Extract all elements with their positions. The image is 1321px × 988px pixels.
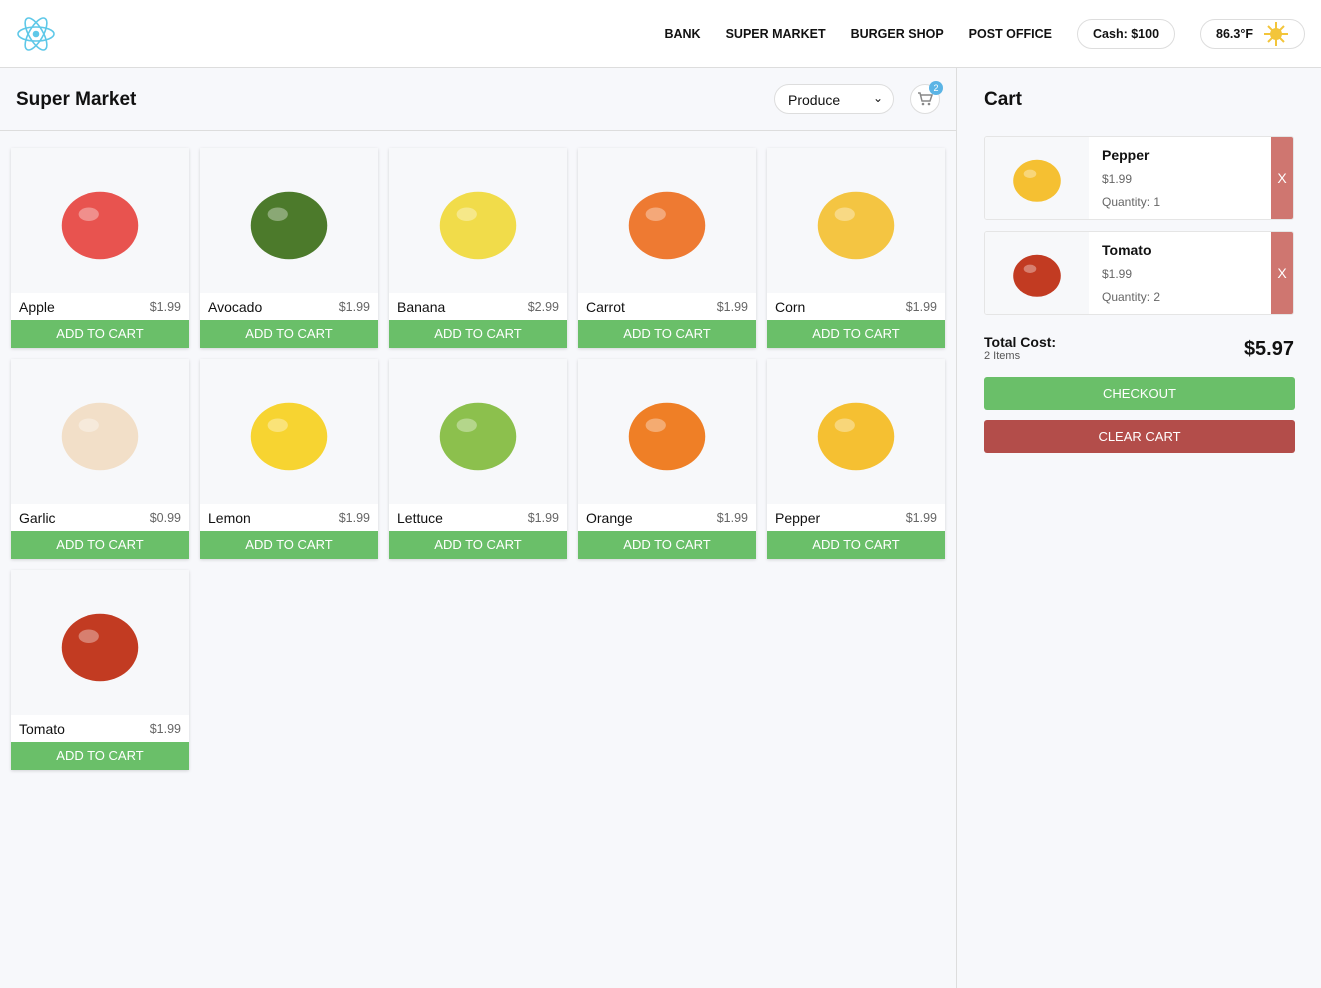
weather-badge: 86.3°F bbox=[1200, 19, 1305, 49]
cart-item: Tomato $1.99 Quantity: 2 X bbox=[984, 231, 1294, 315]
product-price: $1.99 bbox=[905, 299, 937, 314]
product-name: Apple bbox=[19, 298, 55, 315]
product-name: Lemon bbox=[208, 509, 251, 526]
product-card: Garlic $0.99 ADD TO CART bbox=[11, 359, 189, 559]
market-panel: Super Market Produce ⌄ 2 Apple $1.99 ADD T… bbox=[0, 68, 957, 988]
product-name: Avocado bbox=[208, 298, 263, 315]
add-to-cart-button[interactable]: ADD TO CART bbox=[11, 531, 189, 559]
product-image bbox=[200, 148, 378, 293]
product-price: $1.99 bbox=[905, 510, 937, 525]
cart-item-name: Tomato bbox=[1102, 242, 1152, 258]
category-select[interactable]: Produce ⌄ bbox=[774, 84, 894, 114]
add-to-cart-button[interactable]: ADD TO CART bbox=[578, 320, 756, 348]
nav-bank[interactable]: BANK bbox=[664, 27, 700, 41]
product-image bbox=[11, 359, 189, 504]
product-name: Garlic bbox=[19, 509, 56, 526]
cart-panel: Cart Pepper $1.99 Quantity: 1 X Tomato $1.9… bbox=[958, 68, 1321, 988]
temperature: 86.3°F bbox=[1216, 27, 1253, 41]
product-card: Tomato $1.99 ADD TO CART bbox=[11, 570, 189, 770]
product-image bbox=[578, 148, 756, 293]
product-name: Orange bbox=[586, 509, 633, 526]
product-image bbox=[389, 359, 567, 504]
add-to-cart-button[interactable]: ADD TO CART bbox=[200, 320, 378, 348]
add-to-cart-button[interactable]: ADD TO CART bbox=[767, 320, 945, 348]
checkout-button[interactable]: CHECKOUT bbox=[984, 377, 1295, 410]
product-price: $1.99 bbox=[716, 510, 748, 525]
cart-title: Cart bbox=[984, 89, 1023, 110]
product-card: Orange $1.99 ADD TO CART bbox=[578, 359, 756, 559]
add-to-cart-button[interactable]: ADD TO CART bbox=[200, 531, 378, 559]
cart-item: Pepper $1.99 Quantity: 1 X bbox=[984, 136, 1294, 220]
remove-item-button[interactable]: X bbox=[1271, 137, 1293, 219]
product-name: Corn bbox=[775, 298, 806, 315]
add-to-cart-button[interactable]: ADD TO CART bbox=[389, 531, 567, 559]
product-image bbox=[767, 359, 945, 504]
cart-item-price: $1.99 bbox=[1102, 267, 1133, 281]
product-name: Tomato bbox=[19, 720, 65, 737]
product-card: Apple $1.99 ADD TO CART bbox=[11, 148, 189, 348]
cart-count-badge: 2 bbox=[929, 81, 943, 95]
chevron-down-icon: ⌄ bbox=[872, 91, 883, 105]
product-name: Lettuce bbox=[397, 509, 443, 526]
product-card: Pepper $1.99 ADD TO CART bbox=[767, 359, 945, 559]
product-card: Carrot $1.99 ADD TO CART bbox=[578, 148, 756, 348]
product-price: $1.99 bbox=[149, 721, 181, 736]
nav-post-office[interactable]: POST OFFICE bbox=[969, 27, 1052, 41]
cart-item-image bbox=[985, 137, 1089, 219]
product-card: Lettuce $1.99 ADD TO CART bbox=[389, 359, 567, 559]
remove-item-button[interactable]: X bbox=[1271, 232, 1293, 314]
product-card: Corn $1.99 ADD TO CART bbox=[767, 148, 945, 348]
product-card: Avocado $1.99 ADD TO CART bbox=[200, 148, 378, 348]
product-image bbox=[11, 570, 189, 715]
product-name: Carrot bbox=[586, 298, 625, 315]
nav-burger-shop[interactable]: BURGER SHOP bbox=[851, 27, 944, 41]
category-value: Produce bbox=[788, 92, 841, 108]
product-price: $0.99 bbox=[149, 510, 181, 525]
total-value: $5.97 bbox=[1243, 338, 1294, 360]
product-card: Lemon $1.99 ADD TO CART bbox=[200, 359, 378, 559]
product-name: Pepper bbox=[775, 509, 821, 526]
product-price: $1.99 bbox=[338, 510, 370, 525]
add-to-cart-button[interactable]: ADD TO CART bbox=[767, 531, 945, 559]
product-price: $1.99 bbox=[527, 510, 559, 525]
product-image bbox=[200, 359, 378, 504]
cart-item-quantity: Quantity: 2 bbox=[1102, 290, 1161, 304]
sun-icon bbox=[1264, 22, 1288, 46]
add-to-cart-button[interactable]: ADD TO CART bbox=[11, 742, 189, 770]
cart-item-quantity: Quantity: 1 bbox=[1102, 195, 1161, 209]
product-card: Banana $2.99 ADD TO CART bbox=[389, 148, 567, 348]
add-to-cart-button[interactable]: ADD TO CART bbox=[11, 320, 189, 348]
product-image bbox=[11, 148, 189, 293]
product-price: $1.99 bbox=[716, 299, 748, 314]
product-image bbox=[389, 148, 567, 293]
product-image bbox=[578, 359, 756, 504]
cart-item-image bbox=[985, 232, 1089, 314]
cart-button[interactable]: 2 bbox=[910, 81, 943, 114]
nav-super-market[interactable]: SUPER MARKET bbox=[726, 27, 826, 41]
total-cost: Total Cost: 2 Items $5.97 bbox=[984, 334, 1294, 362]
top-nav: BANK SUPER MARKET BURGER SHOP POST OFFIC… bbox=[0, 0, 1321, 68]
product-image bbox=[767, 148, 945, 293]
product-price: $1.99 bbox=[149, 299, 181, 314]
add-to-cart-button[interactable]: ADD TO CART bbox=[578, 531, 756, 559]
clear-cart-button[interactable]: CLEAR CART bbox=[984, 420, 1295, 453]
product-price: $1.99 bbox=[338, 299, 370, 314]
add-to-cart-button[interactable]: ADD TO CART bbox=[389, 320, 567, 348]
cart-item-price: $1.99 bbox=[1102, 172, 1133, 186]
page-title: Super Market bbox=[16, 89, 137, 110]
react-logo-icon[interactable] bbox=[16, 14, 56, 59]
product-price: $2.99 bbox=[527, 299, 559, 314]
product-name: Banana bbox=[397, 298, 446, 315]
cash-badge: Cash: $100 bbox=[1077, 19, 1176, 49]
cart-item-name: Pepper bbox=[1102, 147, 1150, 163]
